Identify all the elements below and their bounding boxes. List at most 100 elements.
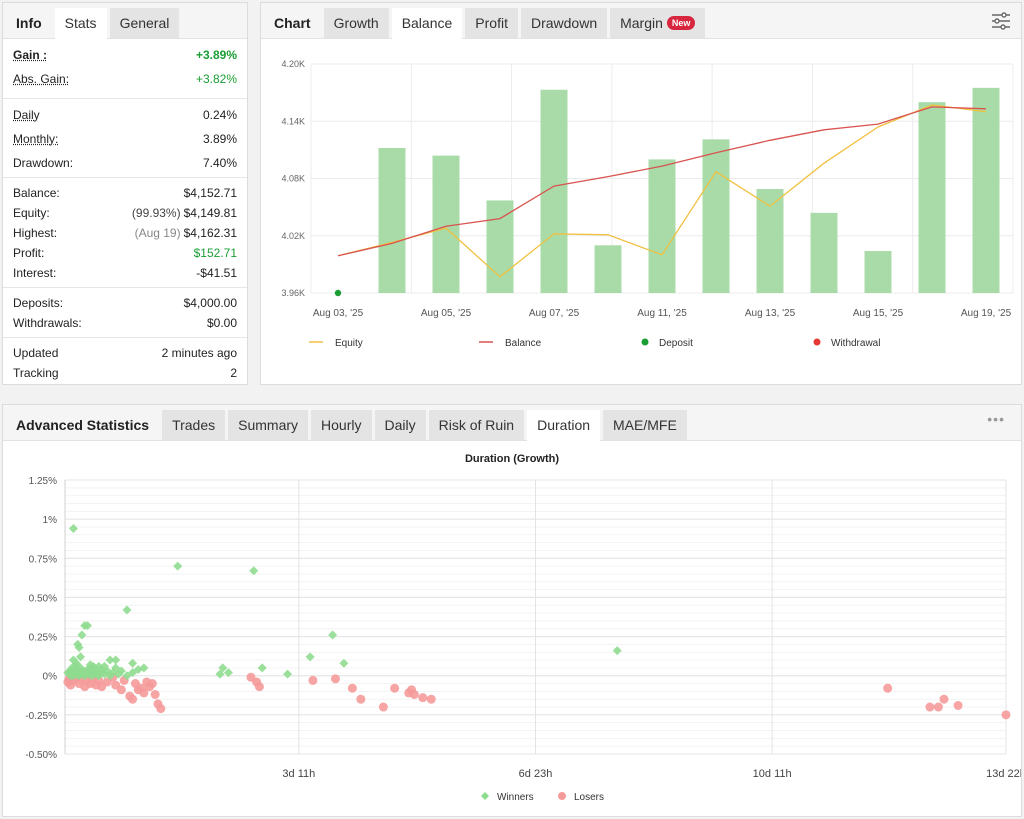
chart-panel: Chart Growth Balance Profit Drawdown Mar… bbox=[260, 2, 1022, 385]
balance-bar bbox=[973, 88, 1000, 293]
tab-trades[interactable]: Trades bbox=[162, 410, 225, 440]
x-tick-label: Aug 15, '25 bbox=[853, 308, 904, 319]
highest-date: (Aug 19) bbox=[135, 226, 181, 240]
stat-profit: Profit:$152.71 bbox=[13, 243, 237, 263]
tab-info[interactable]: Info bbox=[6, 8, 52, 38]
balance-bar bbox=[919, 102, 946, 293]
tab-balance[interactable]: Balance bbox=[392, 8, 463, 39]
advanced-statistics-panel: Advanced Statistics Trades Summary Hourl… bbox=[2, 404, 1022, 817]
tab-hourly[interactable]: Hourly bbox=[311, 410, 371, 440]
legend-marker bbox=[481, 792, 489, 800]
stat-interest: Interest:-$41.51 bbox=[13, 263, 237, 283]
monthly-label[interactable]: Monthly: bbox=[13, 132, 58, 146]
loser-point bbox=[331, 674, 340, 683]
y-tick-label: 0.25% bbox=[29, 633, 57, 644]
loser-point bbox=[390, 684, 399, 693]
deposits-value: $4,000.00 bbox=[184, 296, 237, 310]
y-tick-label: 1% bbox=[43, 515, 58, 526]
daily-label[interactable]: Daily bbox=[13, 108, 40, 122]
balance-label: Balance: bbox=[13, 186, 60, 200]
drawdown-label: Drawdown: bbox=[13, 156, 73, 170]
balance-bar bbox=[865, 251, 892, 293]
x-tick-label: Aug 07, '25 bbox=[529, 308, 580, 319]
x-tick-label: 10d 11h bbox=[753, 768, 792, 780]
tab-chart[interactable]: Chart bbox=[264, 8, 321, 38]
balance-bar bbox=[703, 139, 730, 293]
highest-label: Highest: bbox=[13, 226, 57, 240]
duration-chart: Duration (Growth)1.25%1%0.75%0.50%0.25%0… bbox=[3, 442, 1021, 817]
x-tick-label: 13d 22h bbox=[986, 768, 1021, 780]
loser-point bbox=[883, 684, 892, 693]
x-tick-label: Aug 11, '25 bbox=[637, 308, 687, 319]
daily-value: 0.24% bbox=[203, 108, 237, 122]
tracking-value: 2 bbox=[230, 366, 237, 380]
stat-abs-gain: Abs. Gain: +3.82% bbox=[13, 69, 237, 89]
equity-value-wrap: (99.93%)$4,149.81 bbox=[132, 206, 237, 220]
tab-growth[interactable]: Growth bbox=[324, 8, 389, 38]
tab-duration[interactable]: Duration bbox=[527, 410, 600, 441]
balance-bar bbox=[757, 189, 784, 293]
tab-profit[interactable]: Profit bbox=[465, 8, 518, 38]
x-tick-label: Aug 13, '25 bbox=[745, 308, 796, 319]
legend-label: Withdrawal bbox=[831, 338, 880, 349]
profit-label: Profit: bbox=[13, 246, 44, 260]
legend-marker bbox=[642, 339, 649, 346]
more-options-icon[interactable]: ••• bbox=[987, 411, 1005, 427]
loser-point bbox=[148, 679, 157, 688]
gain-label[interactable]: Gain : bbox=[13, 48, 47, 62]
loser-point bbox=[427, 695, 436, 704]
winner-point bbox=[328, 631, 337, 640]
tab-general[interactable]: General bbox=[110, 8, 180, 38]
winner-point bbox=[173, 562, 182, 571]
loser-point bbox=[1002, 710, 1011, 719]
tab-stats[interactable]: Stats bbox=[55, 8, 107, 39]
info-tabs: Info Stats General bbox=[3, 3, 247, 39]
stat-drawdown: Drawdown:7.40% bbox=[13, 153, 237, 173]
balance-bar bbox=[649, 159, 676, 293]
x-tick-label: 3d 11h bbox=[282, 768, 315, 780]
interest-value: -$41.51 bbox=[196, 266, 237, 280]
tab-daily[interactable]: Daily bbox=[375, 410, 426, 440]
x-tick-label: Aug 03, '25 bbox=[313, 308, 364, 319]
loser-point bbox=[379, 703, 388, 712]
stat-highest: Highest: (Aug 19)$4,162.31 bbox=[13, 223, 237, 243]
legend-label: Balance bbox=[505, 338, 542, 349]
loser-point bbox=[940, 695, 949, 704]
tab-risk-of-ruin[interactable]: Risk of Ruin bbox=[429, 410, 524, 440]
legend-label: Losers bbox=[574, 792, 604, 803]
abs-gain-label[interactable]: Abs. Gain: bbox=[13, 72, 69, 86]
divider bbox=[3, 287, 247, 288]
y-tick-label: 4.20K bbox=[281, 59, 305, 69]
highest-value: $4,162.31 bbox=[184, 226, 237, 240]
loser-point bbox=[410, 690, 419, 699]
abs-gain-value: +3.82% bbox=[196, 72, 237, 86]
tab-summary[interactable]: Summary bbox=[228, 410, 308, 440]
y-tick-label: 4.08K bbox=[281, 174, 305, 184]
settings-sliders-icon[interactable] bbox=[991, 12, 1011, 30]
equity-label: Equity: bbox=[13, 206, 50, 220]
stat-tracking: Tracking2 bbox=[13, 363, 237, 383]
stat-updated: Updated2 minutes ago bbox=[13, 343, 237, 363]
chart-tabs: Chart Growth Balance Profit Drawdown Mar… bbox=[261, 3, 1021, 39]
y-tick-label: 4.02K bbox=[281, 231, 305, 241]
loser-point bbox=[128, 695, 137, 704]
legend-marker bbox=[814, 339, 821, 346]
legend-label: Deposit bbox=[659, 338, 693, 349]
legend-label: Equity bbox=[335, 338, 363, 349]
stat-gain: Gain :+3.89% bbox=[13, 45, 237, 65]
tab-drawdown[interactable]: Drawdown bbox=[521, 8, 607, 38]
margin-label: Margin bbox=[620, 15, 663, 31]
y-tick-label: 3.96K bbox=[281, 288, 305, 298]
tab-advanced-statistics[interactable]: Advanced Statistics bbox=[6, 410, 159, 440]
winner-point bbox=[69, 524, 78, 533]
stat-daily: Daily 0.24% bbox=[13, 105, 237, 125]
stat-balance: Balance:$4,152.71 bbox=[13, 183, 237, 203]
tab-margin[interactable]: MarginNew bbox=[610, 8, 705, 38]
x-tick-label: 6d 23h bbox=[519, 768, 553, 780]
stat-deposits: Deposits:$4,000.00 bbox=[13, 293, 237, 313]
loser-point bbox=[151, 690, 160, 699]
tab-mae-mfe[interactable]: MAE/MFE bbox=[603, 410, 687, 440]
balance-bar bbox=[379, 148, 406, 293]
advanced-tabs: Advanced Statistics Trades Summary Hourl… bbox=[3, 405, 1021, 441]
equity-percent: (99.93%) bbox=[132, 206, 181, 220]
